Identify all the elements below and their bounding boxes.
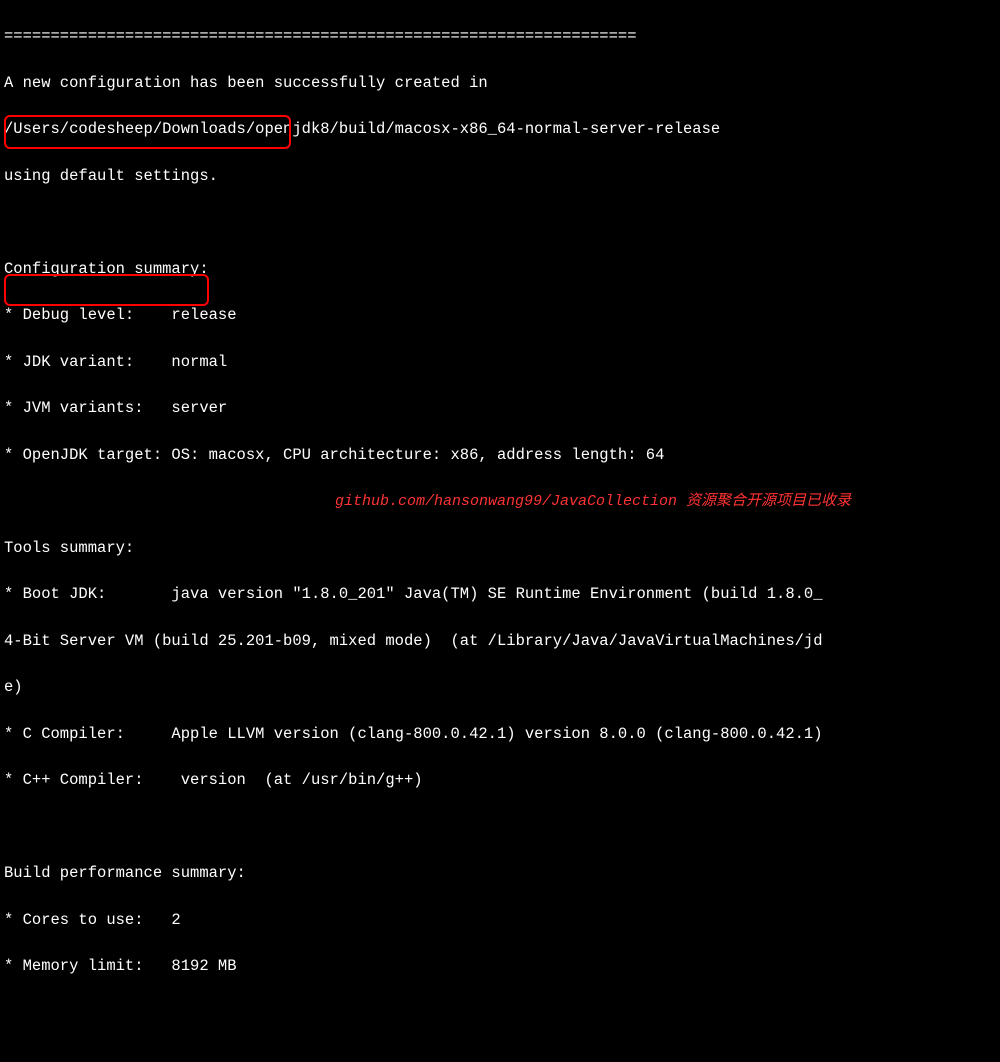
tools-cpp-compiler: * C++ Compiler: version (at /usr/bin/g++… bbox=[4, 769, 996, 792]
build-cores: * Cores to use: 2 bbox=[4, 909, 996, 932]
intro-line-1: A new configuration has been successfull… bbox=[4, 72, 996, 95]
tools-summary-header: Tools summary: bbox=[4, 537, 996, 560]
tools-boot-jdk-2: 4-Bit Server VM (build 25.201-b09, mixed… bbox=[4, 630, 996, 653]
blank-line bbox=[4, 816, 996, 839]
config-jvm-variants: * JVM variants: server bbox=[4, 397, 996, 420]
build-memory: * Memory limit: 8192 MB bbox=[4, 955, 996, 978]
tools-boot-jdk-3: e) bbox=[4, 676, 996, 699]
blank-line bbox=[4, 211, 996, 234]
intro-line-2: /Users/codesheep/Downloads/openjdk8/buil… bbox=[4, 118, 996, 141]
config-summary-header: Configuration summary: bbox=[4, 258, 996, 281]
watermark-text: github.com/hansonwang99/JavaCollection 资… bbox=[335, 491, 851, 514]
intro-line-3: using default settings. bbox=[4, 165, 996, 188]
config-openjdk-target: * OpenJDK target: OS: macosx, CPU archit… bbox=[4, 444, 996, 467]
build-summary-header: Build performance summary: bbox=[4, 862, 996, 885]
separator-line: ========================================… bbox=[4, 25, 996, 48]
config-debug-level: * Debug level: release bbox=[4, 304, 996, 327]
config-jdk-variant: * JDK variant: normal bbox=[4, 351, 996, 374]
tools-boot-jdk-1: * Boot JDK: java version "1.8.0_201" Jav… bbox=[4, 583, 996, 606]
tools-c-compiler: * C Compiler: Apple LLVM version (clang-… bbox=[4, 723, 996, 746]
terminal-output: ========================================… bbox=[4, 2, 996, 1062]
